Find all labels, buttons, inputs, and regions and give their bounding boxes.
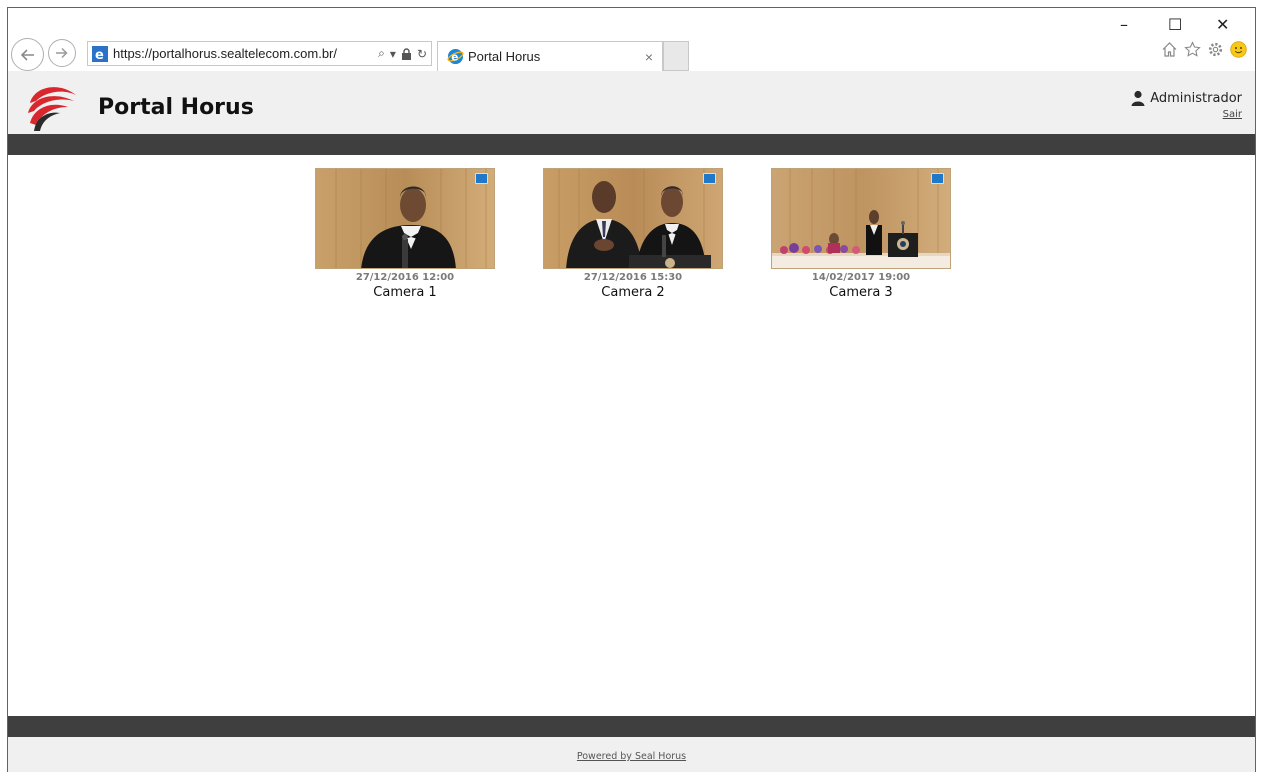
page-footer: Powered by Seal Horus [8, 737, 1255, 772]
forward-arrow-icon [56, 47, 68, 59]
toolbar-icons [1161, 41, 1247, 58]
logout-link[interactable]: Sair [1223, 109, 1242, 120]
feedback-smiley-icon[interactable] [1230, 41, 1247, 58]
minimize-button[interactable]: – [1120, 17, 1128, 33]
camera-badge-icon [475, 173, 488, 184]
bottom-dark-bar [8, 716, 1255, 737]
url-text[interactable]: https://portalhorus.sealtelecom.com.br/ [113, 46, 378, 61]
camera-card-1[interactable]: 27/12/2016 12:00 Camera 1 [315, 168, 495, 300]
user-icon [1131, 90, 1145, 106]
new-tab-button[interactable] [663, 41, 689, 71]
back-button[interactable] [11, 38, 44, 71]
camera-card-2[interactable]: 27/12/2016 15:30 Camera 2 [543, 168, 723, 300]
camera-badge-icon [703, 173, 716, 184]
lock-icon[interactable] [401, 47, 412, 60]
favorites-star-icon[interactable] [1184, 41, 1201, 58]
camera-thumbnail[interactable] [771, 168, 951, 269]
search-icon[interactable]: ⌕ [378, 46, 385, 61]
forward-button[interactable] [48, 39, 76, 67]
user-panel: Administrador Sair [1131, 90, 1242, 121]
browser-chrome: e https://portalhorus.sealtelecom.com.br… [8, 8, 1255, 71]
camera-badge-icon [931, 173, 944, 184]
tab-title: Portal Horus [468, 49, 541, 64]
user-name: Administrador [1150, 90, 1242, 106]
camera-timestamp: 14/02/2017 19:00 [811, 272, 911, 283]
powered-by-link[interactable]: Powered by Seal Horus [577, 751, 686, 762]
back-arrow-icon [20, 48, 34, 61]
browser-window: e https://portalhorus.sealtelecom.com.br… [7, 7, 1256, 772]
gear-icon[interactable] [1207, 41, 1224, 58]
close-window-button[interactable]: ✕ [1216, 17, 1229, 33]
home-icon[interactable] [1161, 41, 1178, 58]
camera-timestamp: 27/12/2016 15:30 [583, 272, 683, 283]
ie-tab-icon: e [447, 48, 464, 65]
dropdown-icon[interactable]: ▾ [390, 47, 396, 61]
camera-card-3[interactable]: 14/02/2017 19:00 Camera 3 [771, 168, 951, 300]
camera-timestamp: 27/12/2016 12:00 [355, 272, 455, 283]
camera-thumbnail[interactable] [543, 168, 723, 269]
top-dark-bar [8, 134, 1255, 155]
ie-icon: e [92, 45, 108, 63]
tab-close-icon[interactable]: × [645, 49, 653, 65]
svg-text:e: e [95, 48, 104, 63]
seal-logo-icon[interactable] [24, 79, 80, 133]
camera-name[interactable]: Camera 3 [771, 285, 951, 300]
camera-thumbnail[interactable] [315, 168, 495, 269]
refresh-icon[interactable]: ↻ [417, 47, 427, 61]
address-bar[interactable]: e https://portalhorus.sealtelecom.com.br… [87, 41, 432, 66]
camera-name[interactable]: Camera 1 [315, 285, 495, 300]
page-header: Portal Horus Administrador Sair [8, 71, 1255, 134]
svg-text:e: e [451, 51, 458, 63]
camera-name[interactable]: Camera 2 [543, 285, 723, 300]
tab-portal-horus[interactable]: e Portal Horus × [437, 41, 663, 71]
brand-title[interactable]: Portal Horus [98, 95, 254, 120]
maximize-button[interactable]: ☐ [1168, 17, 1182, 33]
